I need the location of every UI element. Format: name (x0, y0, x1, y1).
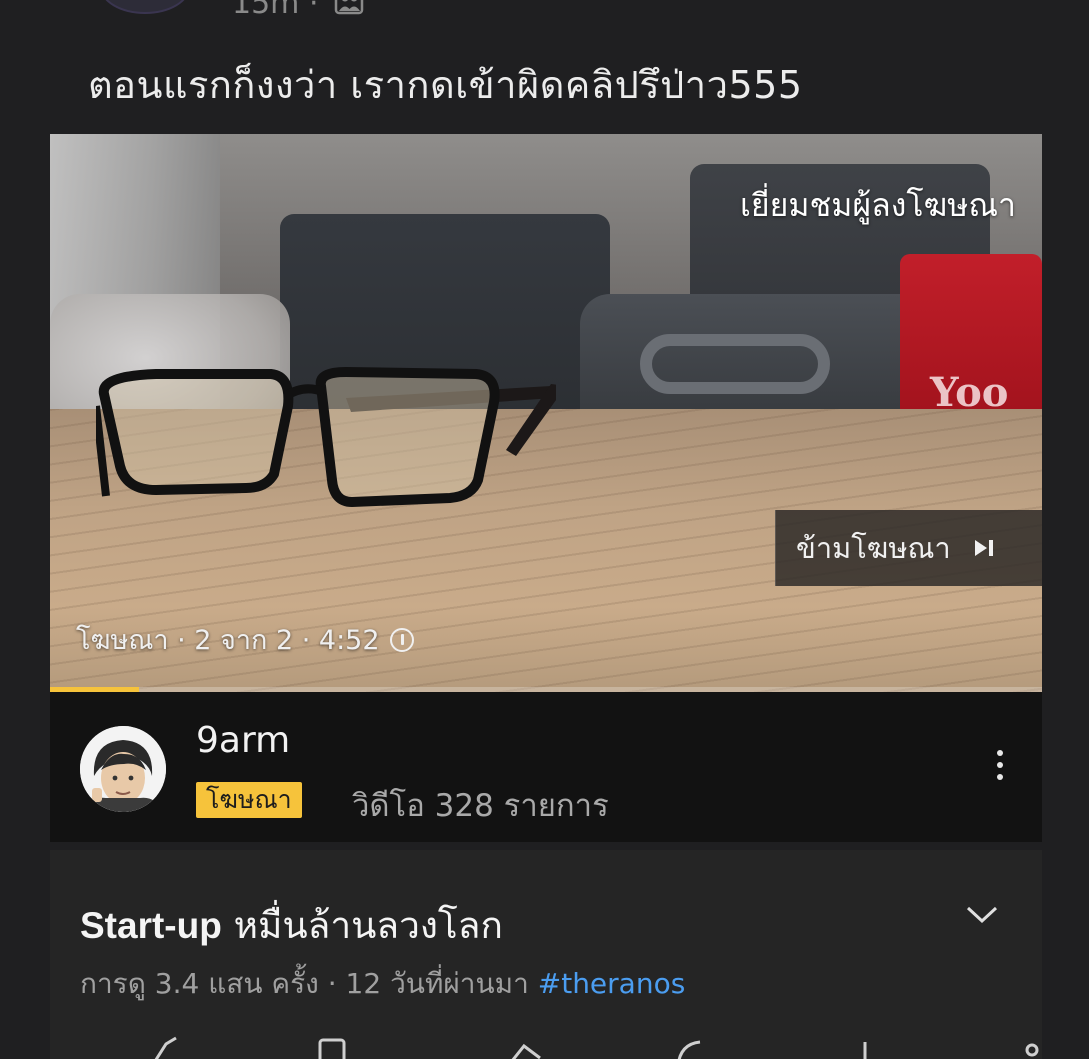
channel-video-count: วิดีโอ 328 รายการ (352, 788, 609, 824)
channel-avatar[interactable] (80, 726, 166, 812)
channel-row[interactable]: 9arm โฆษณา วิดีโอ 328 รายการ (50, 692, 1042, 842)
action-row (50, 1036, 1042, 1059)
post-header: 15m · (0, 0, 1089, 30)
post-author-avatar[interactable] (100, 0, 190, 14)
skip-ad-label: ข้ามโฆษณา (796, 531, 951, 565)
post-meta: 15m · (232, 0, 364, 23)
video-title-en: Start-up (80, 905, 222, 946)
video-player[interactable]: Yoo เยี่ยมชมผู้ลงโฆษณา ข้ามโฆษณา โฆษณา ·… (50, 134, 1042, 692)
post-text: ตอนแรกก็งงว่า เรากดเข้าผิดคลิปรึป่าว555 (88, 63, 803, 107)
chevron-down-icon[interactable] (964, 902, 1000, 926)
ad-badge: โฆษณา (196, 782, 302, 818)
video-title-th: หมื่นล้านลวงโลก (221, 904, 503, 947)
video-views-date: การดู 3.4 แสน ครั้ง · 12 วันที่ผ่านมา (80, 967, 538, 1000)
video-hashtag[interactable]: #theranos (538, 967, 686, 1000)
people-icon (334, 0, 364, 23)
visit-advertiser-link[interactable]: เยี่ยมชมผู้ลงโฆษณา (740, 180, 1016, 231)
share-icon[interactable] (504, 1036, 544, 1059)
video-title[interactable]: Start-up หมื่นล้านลวงโลก (80, 896, 503, 955)
info-icon[interactable] (389, 627, 414, 652)
ad-info: โฆษณา · 2 จาก 2 · 4:52 (76, 618, 414, 661)
dislike-icon[interactable] (316, 1036, 356, 1059)
glasses-image (96, 366, 556, 508)
save-icon[interactable] (850, 1036, 880, 1059)
like-icon[interactable] (146, 1036, 186, 1059)
video-meta: การดู 3.4 แสน ครั้ง · 12 วันที่ผ่านมา #t… (80, 962, 685, 1006)
video-info-panel: Start-up หมื่นล้านลวงโลก การดู 3.4 แสน ค… (50, 850, 1042, 1059)
more-vert-icon[interactable] (990, 750, 1010, 786)
skip-icon (974, 540, 993, 556)
skip-ad-button[interactable]: ข้ามโฆษณา (775, 510, 1042, 586)
video-scene-pillow-logo (640, 334, 830, 394)
post-time: 15m (232, 0, 300, 21)
clip-icon[interactable] (670, 1036, 710, 1059)
ad-info-text: โฆษณา · 2 จาก 2 · 4:52 (76, 625, 380, 656)
channel-name[interactable]: 9arm (196, 720, 290, 761)
download-icon[interactable] (1010, 1036, 1040, 1059)
